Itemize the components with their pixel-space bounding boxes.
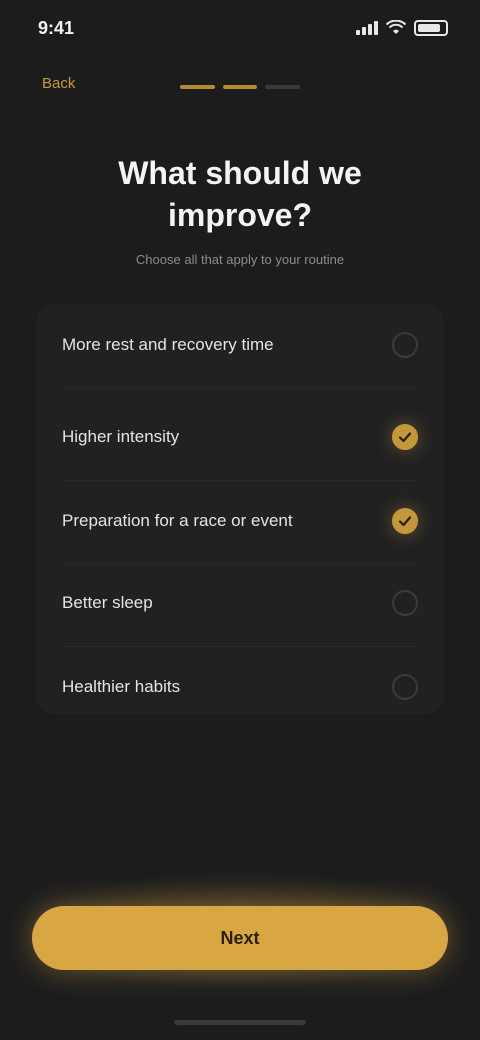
checkbox-checked[interactable]	[392, 508, 418, 534]
option-rest-recovery[interactable]: More rest and recovery time	[36, 306, 444, 384]
option-label: Preparation for a race or event	[62, 511, 293, 530]
home-indicator	[174, 1020, 306, 1025]
progress-step	[222, 85, 258, 89]
options-list: More rest and recovery time Higher inten…	[36, 304, 444, 714]
progress-step	[180, 85, 215, 89]
checkmark-icon	[398, 516, 412, 527]
page-title: What should we improve?	[118, 155, 362, 233]
top-nav: Back	[0, 62, 480, 110]
battery-icon	[414, 20, 448, 36]
option-higher-intensity[interactable]: Higher intensity	[36, 398, 444, 476]
checkbox[interactable]	[392, 674, 418, 700]
progress-indicator	[180, 85, 301, 89]
option-label: Higher intensity	[62, 427, 180, 446]
option-race-preparation[interactable]: Preparation for a race or event	[36, 482, 444, 560]
option-label: Better sleep	[62, 593, 153, 612]
divider	[62, 480, 418, 481]
checkmark-icon	[398, 432, 412, 443]
divider	[62, 646, 418, 647]
option-healthier-habits[interactable]: Healthier habits	[36, 648, 444, 726]
divider	[62, 388, 418, 389]
checkbox[interactable]	[392, 590, 418, 616]
signal-icon	[356, 21, 378, 35]
status-bar: 9:41	[0, 0, 480, 56]
wifi-icon	[386, 20, 406, 34]
page-subtitle: Choose all that apply to your routine	[135, 252, 345, 267]
status-icons	[356, 20, 448, 36]
option-better-sleep[interactable]: Better sleep	[36, 564, 444, 642]
checkbox-checked[interactable]	[392, 424, 418, 450]
back-button[interactable]: Back	[36, 74, 81, 93]
status-time: 9:41	[38, 18, 75, 38]
option-label: More rest and recovery time	[62, 335, 274, 354]
option-label: Healthier habits	[62, 677, 181, 696]
progress-step	[265, 85, 301, 89]
checkbox[interactable]	[392, 332, 418, 358]
next-button[interactable]: Next	[32, 906, 448, 970]
